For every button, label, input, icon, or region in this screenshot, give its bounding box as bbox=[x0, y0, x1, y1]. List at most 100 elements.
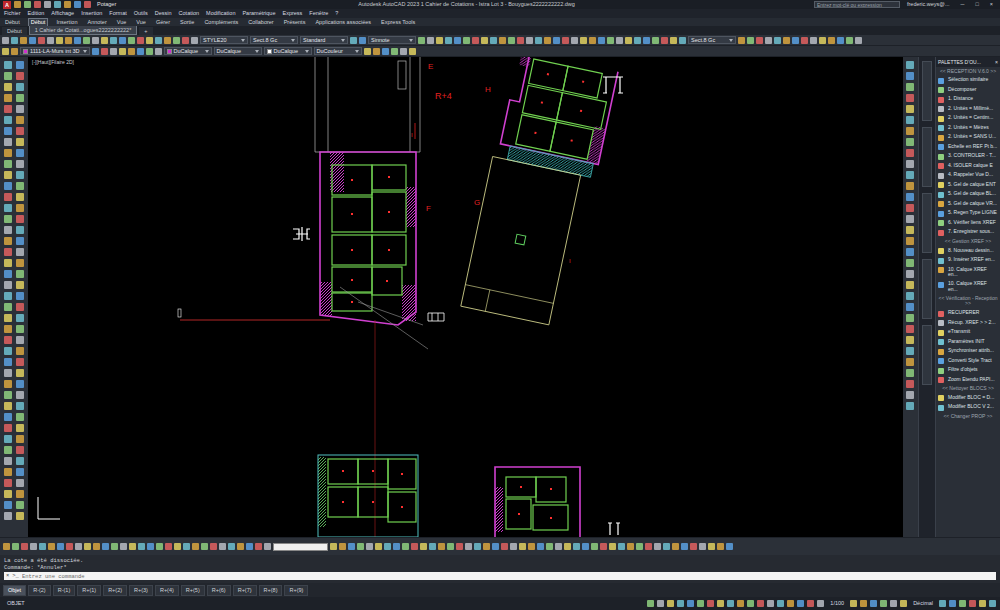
tool-icon[interactable] bbox=[16, 259, 24, 267]
toolbar-dropdown[interactable]: Sect.8 Gc bbox=[250, 36, 298, 44]
palette-item[interactable]: 2. Unités = SANS U... bbox=[936, 133, 1000, 143]
status-icon[interactable] bbox=[979, 600, 986, 607]
tool-icon[interactable] bbox=[56, 37, 63, 44]
tool-icon[interactable] bbox=[906, 237, 914, 245]
tool-icon[interactable] bbox=[16, 204, 24, 212]
palette-item[interactable]: 5. Gel de calque ENT bbox=[936, 180, 1000, 190]
status-icon[interactable] bbox=[687, 600, 694, 607]
palette-item[interactable]: 5. Gel de calque BL... bbox=[936, 190, 1000, 200]
palette-item[interactable]: Synchroniser attrib... bbox=[936, 347, 1000, 357]
tool-icon[interactable] bbox=[16, 281, 24, 289]
tool-icon[interactable] bbox=[20, 37, 27, 44]
quick-access-icon[interactable] bbox=[34, 1, 41, 8]
tool-icon[interactable] bbox=[38, 37, 45, 44]
tool-icon[interactable] bbox=[16, 160, 24, 168]
layout-tab[interactable]: R+(5) bbox=[181, 585, 205, 596]
ribbon-tab[interactable]: Compléments bbox=[202, 19, 240, 26]
tool-icon[interactable] bbox=[906, 303, 914, 311]
tool-icon[interactable] bbox=[4, 336, 12, 344]
tool-icon[interactable] bbox=[535, 37, 542, 44]
tool-icon[interactable] bbox=[445, 37, 452, 44]
tool-icon[interactable] bbox=[4, 182, 12, 190]
tool-icon[interactable] bbox=[4, 83, 12, 91]
tool-icon[interactable] bbox=[801, 37, 808, 44]
tool-icon[interactable] bbox=[837, 37, 844, 44]
status-icon[interactable] bbox=[767, 600, 774, 607]
tool-icon[interactable] bbox=[906, 116, 914, 124]
quick-access-icon[interactable] bbox=[74, 1, 81, 8]
tool-icon[interactable] bbox=[906, 336, 914, 344]
tool-icon[interactable] bbox=[609, 543, 616, 550]
ribbon-tab[interactable]: Vue bbox=[134, 19, 148, 26]
tool-icon[interactable] bbox=[600, 543, 607, 550]
layout-tab[interactable]: R+(7) bbox=[233, 585, 257, 596]
tool-icon[interactable] bbox=[4, 325, 12, 333]
toolbar-dropdown[interactable]: STYLE20 bbox=[200, 36, 248, 44]
palette-item[interactable]: 3. CONTROLER - T... bbox=[936, 152, 1000, 162]
tool-icon[interactable] bbox=[472, 37, 479, 44]
tool-icon[interactable] bbox=[16, 105, 24, 113]
quick-access-icon[interactable] bbox=[64, 1, 71, 8]
status-icon[interactable] bbox=[677, 600, 684, 607]
model-space-button[interactable]: OBJET bbox=[4, 600, 28, 607]
tool-icon[interactable] bbox=[400, 48, 407, 55]
tool-icon[interactable] bbox=[4, 149, 12, 157]
tool-icon[interactable] bbox=[906, 72, 914, 80]
tool-icon[interactable] bbox=[501, 543, 508, 550]
tool-icon[interactable] bbox=[726, 543, 733, 550]
tool-icon[interactable] bbox=[66, 543, 73, 550]
palette-item[interactable]: 2. Unités = Centim... bbox=[936, 114, 1000, 124]
side-tab[interactable] bbox=[922, 193, 932, 253]
tool-icon[interactable] bbox=[83, 37, 90, 44]
palette-item[interactable]: Modifier BLOC = D... bbox=[936, 393, 1000, 403]
tool-icon[interactable] bbox=[2, 48, 9, 55]
quick-access-icon[interactable] bbox=[24, 1, 31, 8]
tool-icon[interactable] bbox=[4, 193, 12, 201]
tool-icon[interactable] bbox=[738, 37, 745, 44]
tool-icon[interactable] bbox=[690, 543, 697, 550]
tool-icon[interactable] bbox=[819, 37, 826, 44]
tool-icon[interactable] bbox=[92, 48, 99, 55]
status-icon[interactable] bbox=[717, 600, 724, 607]
tool-icon[interactable] bbox=[411, 543, 418, 550]
palette-item[interactable]: Zoom Etendu PAPI... bbox=[936, 375, 1000, 385]
tool-icon[interactable] bbox=[366, 543, 373, 550]
tool-icon[interactable] bbox=[16, 501, 24, 509]
palette-item[interactable]: Paramètres INIT bbox=[936, 337, 1000, 347]
menu-item[interactable]: Express bbox=[282, 10, 302, 17]
tool-icon[interactable] bbox=[661, 37, 668, 44]
tool-icon[interactable] bbox=[625, 37, 632, 44]
palette-item[interactable]: eTransmit bbox=[936, 328, 1000, 338]
status-icon[interactable] bbox=[890, 600, 897, 607]
tool-icon[interactable] bbox=[4, 369, 12, 377]
layout-tab[interactable]: R+(3) bbox=[129, 585, 153, 596]
window-control-button[interactable]: ─ bbox=[957, 1, 969, 8]
tool-icon[interactable] bbox=[4, 270, 12, 278]
tool-icon[interactable] bbox=[16, 248, 24, 256]
tool-icon[interactable] bbox=[4, 116, 12, 124]
tool-icon[interactable] bbox=[4, 248, 12, 256]
tool-icon[interactable] bbox=[16, 292, 24, 300]
tool-icon[interactable] bbox=[339, 543, 346, 550]
tool-icon[interactable] bbox=[16, 303, 24, 311]
status-icon[interactable] bbox=[667, 600, 674, 607]
quick-access-icon[interactable] bbox=[44, 1, 51, 8]
ribbon-tab[interactable]: Insertion bbox=[54, 19, 79, 26]
tool-icon[interactable] bbox=[39, 543, 46, 550]
tool-icon[interactable] bbox=[16, 182, 24, 190]
tool-icon[interactable] bbox=[16, 347, 24, 355]
palette-item[interactable]: 4. Rappeler Vue D... bbox=[936, 171, 1000, 181]
tool-icon[interactable] bbox=[16, 413, 24, 421]
tool-icon[interactable] bbox=[4, 303, 12, 311]
tool-icon[interactable] bbox=[3, 543, 10, 550]
file-tab[interactable]: 1 Cahier de Cotati...ogues2222222222* bbox=[29, 26, 138, 35]
tool-icon[interactable] bbox=[616, 37, 623, 44]
layout-tab[interactable]: R+(8) bbox=[259, 585, 283, 596]
tool-icon[interactable] bbox=[16, 226, 24, 234]
tool-icon[interactable] bbox=[906, 325, 914, 333]
status-icon[interactable] bbox=[747, 600, 754, 607]
tool-icon[interactable] bbox=[643, 37, 650, 44]
tool-icon[interactable] bbox=[465, 543, 472, 550]
quick-access-icon[interactable] bbox=[54, 1, 61, 8]
tool-icon[interactable] bbox=[708, 543, 715, 550]
